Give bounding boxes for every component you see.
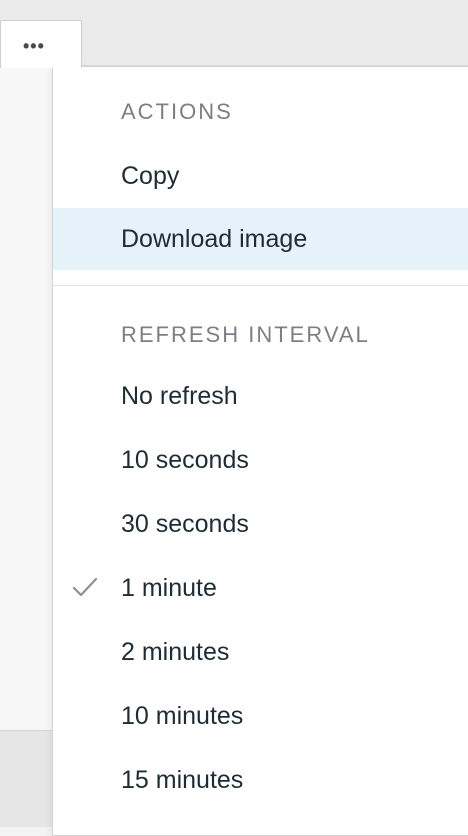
- menu-item-label: 15 minutes: [121, 766, 244, 794]
- refresh-option-2-minutes[interactable]: 2 minutes: [53, 621, 468, 683]
- menu-item-copy[interactable]: Copy: [53, 145, 468, 207]
- refresh-option-no-refresh[interactable]: No refresh: [53, 365, 468, 427]
- menu-item-label: Download image: [121, 225, 308, 253]
- dashboard-widget-edge: [0, 730, 52, 827]
- menu-item-label: 30 seconds: [121, 510, 249, 538]
- menu-item-label: 2 minutes: [121, 638, 230, 666]
- refresh-option-1-minute[interactable]: 1 minute: [53, 557, 468, 619]
- menu-item-label: No refresh: [121, 382, 238, 410]
- refresh-option-15-minutes[interactable]: 15 minutes: [53, 749, 468, 811]
- refresh-interval-section-header: REFRESH INTERVAL: [121, 322, 370, 347]
- more-horizontal-icon: •••: [23, 36, 45, 56]
- menu-item-label: Copy: [121, 162, 180, 190]
- menu-item-download-image[interactable]: Download image: [53, 208, 468, 270]
- refresh-option-10-seconds[interactable]: 10 seconds: [53, 429, 468, 491]
- menu-item-label: 1 minute: [121, 574, 217, 602]
- dashboard-background: [0, 66, 52, 730]
- menu-item-label: 10 seconds: [121, 446, 249, 474]
- menu-item-label: 10 minutes: [121, 702, 244, 730]
- more-options-button[interactable]: •••: [0, 20, 82, 68]
- refresh-option-30-seconds[interactable]: 30 seconds: [53, 493, 468, 555]
- checkmark-icon: [72, 577, 98, 597]
- refresh-option-10-minutes[interactable]: 10 minutes: [53, 685, 468, 747]
- menu-divider: [53, 285, 468, 286]
- actions-section-header: ACTIONS: [121, 99, 233, 124]
- widget-context-menu: ACTIONS Copy Download image REFRESH INTE…: [52, 66, 468, 836]
